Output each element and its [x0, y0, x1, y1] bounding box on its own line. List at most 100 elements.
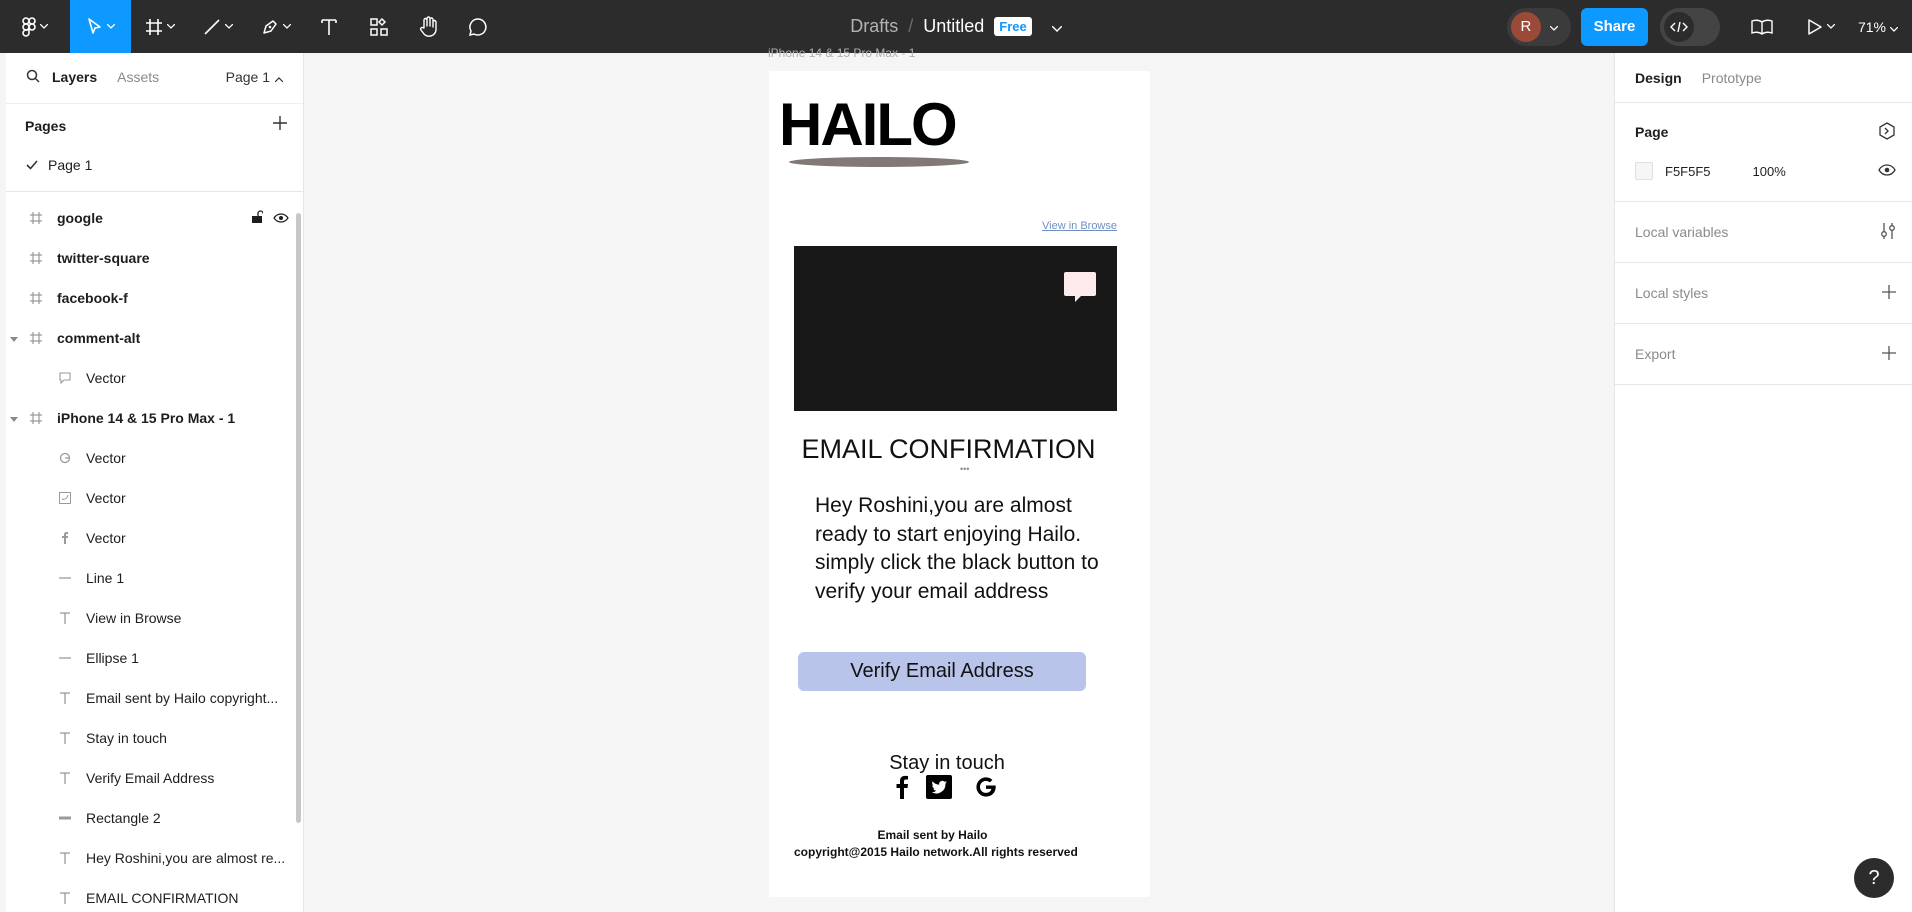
- verify-email-button[interactable]: Verify Email Address: [798, 652, 1086, 691]
- breadcrumb-drafts[interactable]: Drafts: [850, 16, 898, 37]
- layer-row[interactable]: Stay in touch: [6, 718, 303, 758]
- page-color-row: F5F5F5 100%: [1635, 151, 1896, 191]
- layer-row[interactable]: Line 1: [6, 558, 303, 598]
- main-menu-button[interactable]: [0, 0, 70, 53]
- tab-layers[interactable]: Layers: [52, 69, 97, 85]
- layer-row[interactable]: Vector: [6, 518, 303, 558]
- caret-down-icon[interactable]: [10, 330, 20, 346]
- text-icon: [57, 850, 73, 866]
- layer-actions: [251, 210, 289, 226]
- layer-name: iPhone 14 & 15 Pro Max - 1: [57, 410, 236, 426]
- stay-in-touch-text[interactable]: Stay in touch: [769, 752, 1150, 775]
- variables-adjust-icon[interactable]: [1880, 222, 1896, 243]
- file-name[interactable]: Untitled: [923, 16, 984, 37]
- layer-name: Line 1: [86, 570, 125, 586]
- share-button[interactable]: Share: [1580, 7, 1648, 46]
- layer-name: Rectangle 2: [86, 810, 161, 826]
- footer-copyright[interactable]: copyright@2015 Hailo network.All rights …: [794, 845, 1078, 859]
- layers-scrollbar[interactable]: [296, 213, 301, 823]
- tab-prototype[interactable]: Prototype: [1702, 70, 1762, 86]
- move-tool-button[interactable]: [70, 0, 131, 53]
- layer-row[interactable]: Rectangle 2: [6, 798, 303, 838]
- multiplayer-avatar-button[interactable]: R: [1506, 7, 1571, 46]
- add-style-icon[interactable]: [1882, 284, 1896, 302]
- chevron-down-icon: [283, 24, 291, 29]
- page-item[interactable]: Page 1: [6, 147, 303, 183]
- export-header[interactable]: Export: [1635, 324, 1896, 384]
- layer-name: Verify Email Address: [86, 770, 215, 786]
- frame-icon: [28, 250, 44, 266]
- code-icon: [1663, 11, 1694, 42]
- local-variables-header[interactable]: Local variables: [1635, 202, 1896, 262]
- frame-tool-button[interactable]: [131, 0, 189, 53]
- email-frame[interactable]: HAILO View in Browse EMAIL CONFIRMATION …: [769, 71, 1150, 897]
- components-icon: [370, 17, 388, 36]
- vector-google-icon: [57, 450, 73, 466]
- unlock-icon[interactable]: [251, 210, 264, 226]
- help-button[interactable]: ?: [1854, 858, 1894, 898]
- eye-icon[interactable]: [273, 210, 289, 226]
- shape-tool-button[interactable]: [189, 0, 247, 53]
- text-tool-button[interactable]: [305, 0, 353, 53]
- page-settings-icon[interactable]: [1878, 121, 1896, 143]
- add-page-icon[interactable]: [273, 116, 287, 135]
- layer-row[interactable]: twitter-square: [6, 238, 303, 278]
- layer-name: facebook-f: [57, 290, 128, 306]
- layer-row[interactable]: View in Browse: [6, 598, 303, 638]
- frame-icon: [28, 210, 44, 226]
- layer-row[interactable]: Ellipse 1: [6, 638, 303, 678]
- dev-mode-toggle[interactable]: [1659, 7, 1720, 46]
- caret-down-icon[interactable]: [10, 410, 20, 426]
- layer-row[interactable]: Hey Roshini,you are almost re...: [6, 838, 303, 878]
- page-color-hex[interactable]: F5F5F5: [1665, 164, 1711, 179]
- toolbar-right: R Share 71%: [1506, 0, 1912, 53]
- pen-tool-button[interactable]: [247, 0, 305, 53]
- frame-label[interactable]: iPhone 14 & 15 Pro Max - 1: [768, 46, 915, 60]
- view-in-browser-link[interactable]: View in Browse: [1042, 220, 1117, 232]
- facebook-icon[interactable]: [895, 775, 909, 804]
- export-section: Export: [1615, 324, 1912, 385]
- comment-icon: [468, 17, 488, 37]
- heading-dots: •••: [960, 464, 970, 474]
- footer-sender[interactable]: Email sent by Hailo: [769, 828, 1150, 842]
- layer-name: twitter-square: [57, 250, 150, 266]
- eye-icon[interactable]: [1878, 163, 1896, 179]
- layer-row[interactable]: Email sent by Hailo copyright...: [6, 678, 303, 718]
- page-selector[interactable]: Page 1: [226, 69, 284, 85]
- zoom-menu[interactable]: 71%: [1858, 19, 1899, 35]
- hero-image[interactable]: [794, 246, 1117, 411]
- page-color-opacity[interactable]: 100%: [1753, 164, 1786, 179]
- search-icon[interactable]: [26, 69, 40, 86]
- top-toolbar: Drafts / Untitled Free R Share 71%: [0, 0, 1912, 53]
- local-styles-header[interactable]: Local styles: [1635, 263, 1896, 323]
- resources-tool-button[interactable]: [353, 0, 405, 53]
- comment-alt-icon[interactable]: [1063, 270, 1097, 309]
- layer-row[interactable]: google: [6, 198, 303, 238]
- tab-design[interactable]: Design: [1635, 70, 1682, 86]
- chevron-down-icon[interactable]: [1051, 16, 1063, 37]
- add-export-icon[interactable]: [1882, 345, 1896, 363]
- layer-row[interactable]: Vector: [6, 478, 303, 518]
- email-confirmation-heading[interactable]: EMAIL CONFIRMATION: [769, 434, 1150, 465]
- library-button[interactable]: [1742, 0, 1782, 53]
- layer-row[interactable]: Verify Email Address: [6, 758, 303, 798]
- layer-row[interactable]: EMAIL CONFIRMATION: [6, 878, 303, 912]
- present-button[interactable]: [1792, 0, 1850, 53]
- comment-tool-button[interactable]: [453, 0, 503, 53]
- logo-ellipse[interactable]: [789, 157, 969, 167]
- google-icon[interactable]: [974, 775, 998, 804]
- layer-row[interactable]: facebook-f: [6, 278, 303, 318]
- tab-assets[interactable]: Assets: [117, 69, 159, 85]
- body-text[interactable]: Hey Roshini,you are almost ready to star…: [815, 492, 1105, 606]
- layer-row[interactable]: iPhone 14 & 15 Pro Max - 1: [6, 398, 303, 438]
- layer-name: Ellipse 1: [86, 650, 139, 666]
- page-color-swatch[interactable]: [1635, 162, 1653, 180]
- hand-tool-button[interactable]: [405, 0, 453, 53]
- layer-row[interactable]: Vector: [6, 438, 303, 478]
- layer-row[interactable]: Vector: [6, 358, 303, 398]
- layer-row[interactable]: comment-alt: [6, 318, 303, 358]
- vector-facebook-icon: [57, 530, 73, 546]
- logo-text[interactable]: HAILO: [779, 90, 958, 159]
- twitter-square-icon[interactable]: [926, 775, 952, 804]
- frame-icon: [28, 410, 44, 426]
